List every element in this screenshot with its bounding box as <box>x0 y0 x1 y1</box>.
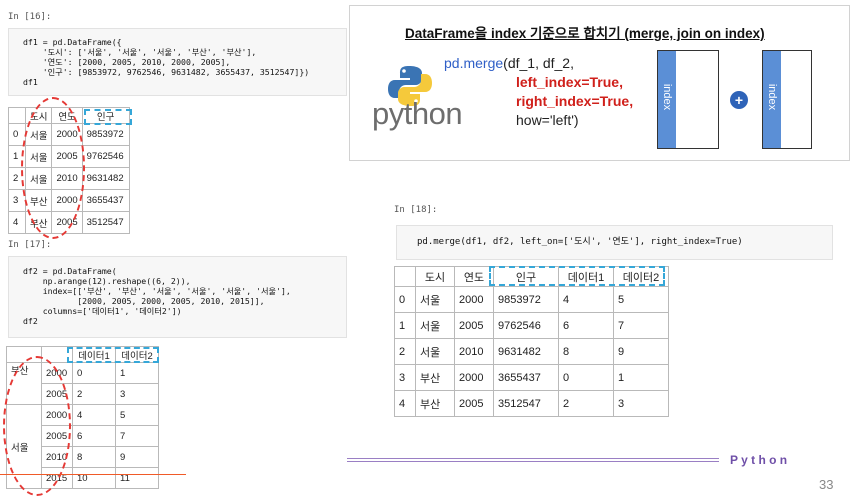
table-row: 3 부산 2000 3655437 0 1 <box>394 364 669 391</box>
highlight-box <box>84 109 132 125</box>
table-row: 2 서울 2010 9631482 8 9 <box>394 338 669 365</box>
table-header <box>8 107 26 124</box>
table-cell: 1 <box>394 312 416 339</box>
code-line: df1 = pd.DataFrame({ <box>23 37 122 47</box>
footer-line <box>347 458 719 459</box>
table-cell: 5 <box>613 286 669 313</box>
table-header <box>394 266 416 287</box>
table-cell: 서울 <box>415 312 455 339</box>
table-cell: 2 <box>558 390 614 417</box>
merge-how: how='left') <box>516 112 579 128</box>
table-cell: 서울 <box>415 338 455 365</box>
code-line: df1 <box>23 77 38 87</box>
merge-args: (df_1, df_2, <box>503 55 574 71</box>
footer-brand: P y t h o n <box>730 453 788 467</box>
code-line: '연도': [2000, 2005, 2010, 2000, 2005], <box>23 57 231 67</box>
info-title: DataFrame을 index 기준으로 합치기 (merge, join o… <box>405 26 765 41</box>
merge-left-index: left_index=True, <box>516 74 623 90</box>
table-cell: 2 <box>72 383 116 405</box>
df2-shape: index <box>762 50 812 149</box>
merged-table: 도시 연도 인구 데이터1 데이터2 0 서울 2000 9853972 4 5… <box>394 266 669 417</box>
table-cell: 4 <box>558 286 614 313</box>
table-cell: 9853972 <box>493 286 559 313</box>
table-cell: 9631482 <box>81 167 130 190</box>
table-cell: 0 <box>558 364 614 391</box>
highlight-box <box>67 347 159 363</box>
table-cell: 3512547 <box>493 390 559 417</box>
merge-signature: pd.merge(df_1, df_2, left_index=True, ri… <box>444 54 633 130</box>
highlight-box <box>489 266 665 286</box>
index-label: index <box>661 83 673 111</box>
table-cell: 9 <box>613 338 669 365</box>
table-cell: 9853972 <box>81 123 130 146</box>
table-cell: 7 <box>613 312 669 339</box>
table-cell: 9 <box>115 446 159 468</box>
table-cell: 3655437 <box>81 189 130 212</box>
table-cell: 9631482 <box>493 338 559 365</box>
table-cell: 1 <box>115 362 159 384</box>
table-cell: 2 <box>394 338 416 365</box>
table-cell: 5 <box>115 404 159 426</box>
cell18-prompt: In [18]: <box>394 205 438 215</box>
cell16-code-box[interactable]: df1 = pd.DataFrame({ '도시': ['서울', '서울', … <box>8 28 347 96</box>
table-cell: 3512547 <box>81 211 130 234</box>
table-row: 4 부산 2005 3512547 2 3 <box>394 390 669 417</box>
table-cell: 3 <box>613 390 669 417</box>
cell17-prompt: In [17]: <box>8 240 52 250</box>
table-cell: 6 <box>72 425 116 447</box>
table-cell: 2010 <box>454 338 494 365</box>
table-cell: 3655437 <box>493 364 559 391</box>
merge-right-index: right_index=True, <box>516 93 634 109</box>
table-cell: 10 <box>72 467 116 489</box>
code-line: '인구': [9853972, 9762546, 9631482, 365543… <box>23 67 310 77</box>
table-cell: 8 <box>72 446 116 468</box>
table-cell: 3 <box>115 383 159 405</box>
table-cell: 2000 <box>454 286 494 313</box>
table-cell: 서울 <box>415 286 455 313</box>
index-label: index <box>766 83 778 111</box>
table-header: 연도 <box>454 266 494 287</box>
code-line: np.arange(12).reshape((6, 2)), <box>23 276 191 286</box>
code-line: pd.merge(df1, df2, left_on=['도시', '연도'],… <box>417 237 743 247</box>
table-cell: 11 <box>115 467 159 489</box>
table-header: 도시 <box>415 266 455 287</box>
table-cell: 7 <box>115 425 159 447</box>
code-line: '도시': ['서울', '서울', '서울', '부산', '부산'], <box>23 47 257 57</box>
code-line: columns=['데이터1', '데이터2']) <box>23 306 182 316</box>
footer-line <box>347 461 719 462</box>
table-cell: 9762546 <box>81 145 130 168</box>
cell16-prompt: In [16]: <box>8 12 52 22</box>
table-cell: 1 <box>613 364 669 391</box>
merge-fn: pd.merge <box>444 55 504 71</box>
table-cell: 0 <box>72 362 116 384</box>
table-row: 0 서울 2000 9853972 4 5 <box>394 286 669 313</box>
code-line: [2000, 2005, 2000, 2005, 2010, 2015]], <box>23 296 265 306</box>
code-line: df2 = pd.DataFrame( <box>23 266 117 276</box>
table-cell: 8 <box>558 338 614 365</box>
table-cell: 3 <box>394 364 416 391</box>
table-cell: 6 <box>558 312 614 339</box>
page-number: 33 <box>819 477 834 492</box>
table-cell: 9762546 <box>493 312 559 339</box>
table-cell: 4 <box>8 211 26 234</box>
table-cell: 2000 <box>454 364 494 391</box>
table-cell: 2005 <box>454 312 494 339</box>
table-cell: 부산 <box>415 390 455 417</box>
divider-line <box>0 474 186 475</box>
code-line: index=[['부산', '부산', '서울', '서울', '서울', '서… <box>23 286 291 296</box>
table-row: 1 서울 2005 9762546 6 7 <box>394 312 669 339</box>
df1-shape: index <box>657 50 719 149</box>
code-line: df2 <box>23 316 38 326</box>
merge-info-panel: DataFrame을 index 기준으로 합치기 (merge, join o… <box>349 5 850 161</box>
highlight-oval <box>21 97 85 239</box>
plus-icon: + <box>730 91 748 109</box>
cell17-code-box[interactable]: df2 = pd.DataFrame( np.arange(12).reshap… <box>8 256 347 338</box>
table-cell: 0 <box>394 286 416 313</box>
table-cell: 4 <box>394 390 416 417</box>
cell18-code-box[interactable]: pd.merge(df1, df2, left_on=['도시', '연도'],… <box>396 225 833 260</box>
table-cell: 부산 <box>415 364 455 391</box>
highlight-oval <box>3 356 71 496</box>
table-cell: 4 <box>72 404 116 426</box>
table-cell: 2005 <box>454 390 494 417</box>
